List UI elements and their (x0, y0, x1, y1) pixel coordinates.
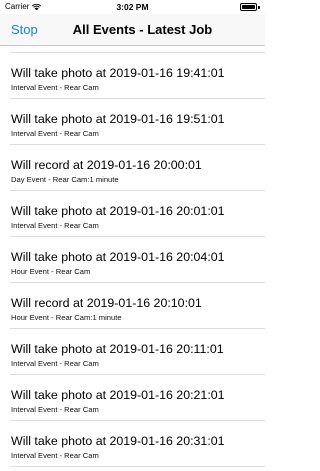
list-item[interactable]: Will take photo at 2019-01-16 20:31:01 I… (10, 421, 265, 467)
event-title: Will take photo at 2019-01-16 20:31:01 (11, 434, 225, 448)
battery-icon (240, 3, 260, 11)
event-title: Will take photo at 2019-01-16 20:04:01 (11, 250, 225, 264)
page-title: All Events - Latest Job (72, 22, 213, 37)
event-subtitle: Hour Event - Rear Cam:1 minute (11, 313, 122, 322)
list-item[interactable] (10, 46, 265, 53)
list-item[interactable]: Will take photo at 2019-01-16 20:11:01 I… (10, 329, 265, 375)
list-item[interactable]: Will record at 2019-01-16 20:00:01 Day E… (10, 145, 265, 191)
event-title: Will take photo at 2019-01-16 20:01:01 (11, 204, 225, 218)
list-item[interactable]: Will take photo at 2019-01-16 20:21:01 I… (10, 375, 265, 421)
event-title: Will take photo at 2019-01-16 19:51:01 (11, 112, 225, 126)
event-title: Will take photo at 2019-01-16 20:21:01 (11, 388, 225, 402)
event-subtitle: Day Event - Rear Cam:1 minute (11, 175, 119, 184)
event-title: Will take photo at 2019-01-16 20:11:01 (11, 342, 224, 356)
event-subtitle: Interval Event - Rear Cam (11, 359, 99, 368)
event-subtitle: Interval Event - Rear Cam (11, 83, 99, 92)
status-time: 3:02 PM (116, 2, 149, 12)
list-item[interactable]: Will take photo at 2019-01-16 20:01:01 I… (10, 191, 265, 237)
event-title: Will record at 2019-01-16 20:10:01 (11, 296, 202, 310)
status-bar: Carrier 3:02 PM (0, 0, 265, 14)
list-item[interactable]: Will record at 2019-01-16 20:10:01 Hour … (10, 283, 265, 329)
events-list[interactable]: Will take photo at 2019-01-16 19:41:01 I… (0, 46, 265, 471)
list-item[interactable]: Will take photo at 2019-01-16 20:04:01 H… (10, 237, 265, 283)
event-title: Will take photo at 2019-01-16 19:41:01 (11, 66, 225, 80)
navigation-bar: Stop All Events - Latest Job (0, 14, 265, 46)
event-subtitle: Interval Event - Rear Cam (11, 129, 99, 138)
list-item[interactable]: Will take photo at 2019-01-16 19:51:01 I… (10, 99, 265, 145)
event-title: Will record at 2019-01-16 20:00:01 (11, 158, 202, 172)
list-item[interactable]: Will take photo at 2019-01-16 19:41:01 I… (10, 53, 265, 99)
event-subtitle: Interval Event - Rear Cam (11, 405, 99, 414)
event-subtitle: Hour Event - Rear Cam (11, 267, 91, 276)
event-subtitle: Interval Event - Rear Cam (11, 451, 99, 460)
event-subtitle: Interval Event - Rear Cam (11, 221, 99, 230)
